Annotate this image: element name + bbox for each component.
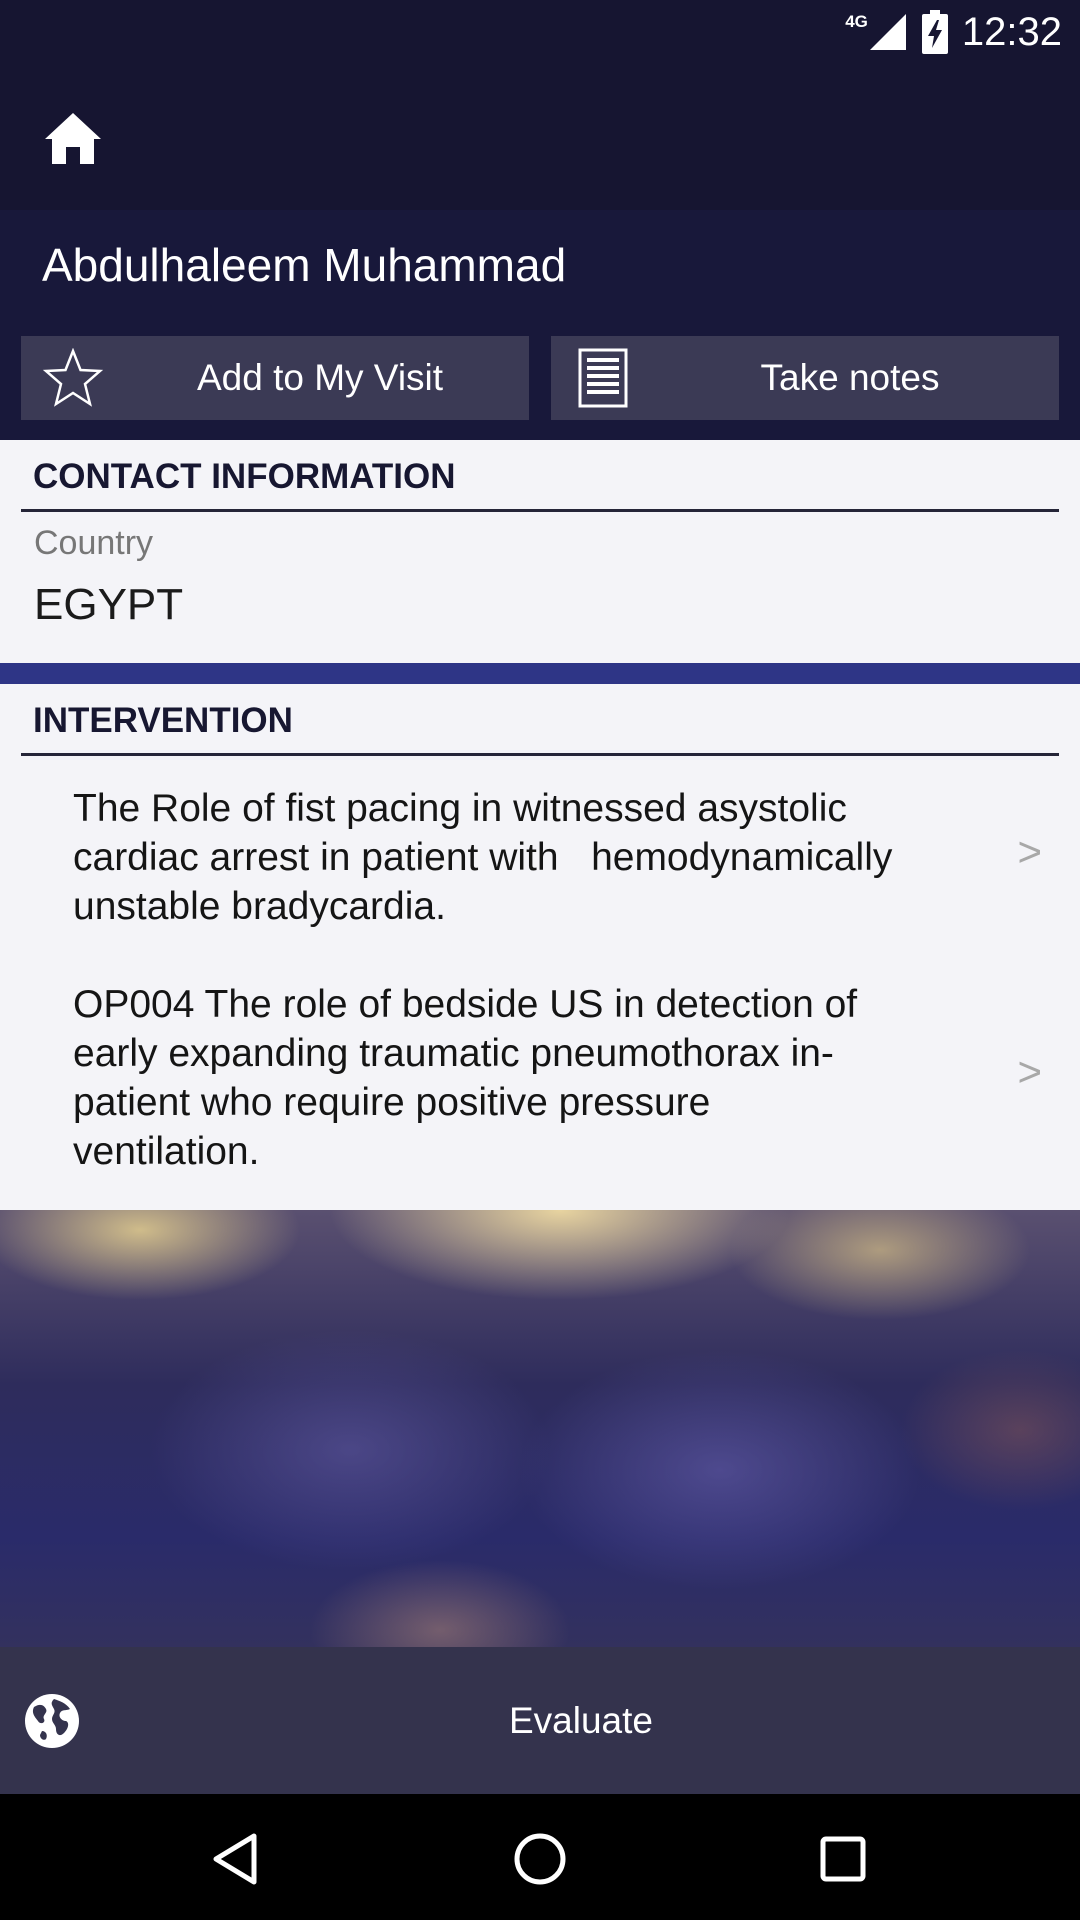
home-nav-button[interactable] [505, 1824, 575, 1894]
item-line: unstable bradycardia. [73, 885, 446, 928]
star-icon [41, 346, 105, 410]
background-image [0, 1210, 1080, 1647]
evaluate-label: Evaluate [509, 1699, 653, 1741]
item-title: The Role of fist pacing in witnessed asy… [73, 784, 973, 931]
system-navigation-bar [0, 1794, 1080, 1920]
network-type: 4G [845, 12, 868, 31]
take-notes-button[interactable]: Take notes [551, 336, 1059, 420]
country-value: EGYPT [34, 580, 184, 629]
country-label: Country [34, 524, 154, 562]
clock: 12:32 [961, 9, 1062, 54]
profile-header: Abdulhaleem Muhammad Add to My Visit Tak… [0, 210, 1080, 440]
chevron-right-icon: > [1017, 1048, 1042, 1095]
item-line: ventilation. [73, 1130, 260, 1173]
item-line: early expanding traumatic pneumothorax i… [73, 1032, 834, 1075]
home-circle-icon [514, 1833, 566, 1885]
item-line: The Role of fist pacing in witnessed asy… [73, 787, 847, 830]
list-item[interactable]: OP004 The role of bedside US in detectio… [0, 980, 1080, 1185]
app-toolbar [0, 63, 1080, 210]
intervention-heading: INTERVENTION [33, 701, 293, 740]
home-button[interactable] [40, 105, 106, 171]
take-notes-label: Take notes [760, 357, 940, 398]
item-line: patient who require positive pressure [73, 1081, 711, 1124]
battery-icon [921, 10, 948, 54]
item-line: OP004 The role of bedside US in detectio… [73, 983, 858, 1026]
notes-icon [571, 346, 635, 410]
contact-heading: CONTACT INFORMATION [33, 457, 456, 496]
add-to-visit-button[interactable]: Add to My Visit [21, 336, 529, 420]
recents-button[interactable] [808, 1824, 878, 1894]
back-icon [213, 1833, 257, 1885]
section-header: INTERVENTION [21, 684, 1059, 756]
add-to-visit-label: Add to My Visit [196, 357, 444, 398]
list-item[interactable]: The Role of fist pacing in witnessed asy… [0, 784, 1080, 944]
intervention-section: INTERVENTION The Role of fist pacing in … [0, 684, 1080, 1210]
recents-icon [820, 1836, 866, 1882]
home-icon [45, 113, 101, 164]
status-bar: 4G 12:32 [0, 0, 1080, 63]
evaluate-button[interactable]: Evaluate [0, 1647, 1080, 1794]
item-line: cardiac arrest in patient with hemodynam… [73, 836, 893, 879]
item-title: OP004 The role of bedside US in detectio… [73, 980, 973, 1176]
signal-icon [869, 14, 906, 50]
divider [0, 663, 1080, 684]
chevron-right-icon: > [1017, 828, 1042, 875]
back-button[interactable] [200, 1824, 270, 1894]
contact-information-section: CONTACT INFORMATION Country EGYPT [0, 440, 1080, 663]
section-header: CONTACT INFORMATION [21, 440, 1059, 512]
person-name: Abdulhaleem Muhammad [42, 239, 567, 291]
